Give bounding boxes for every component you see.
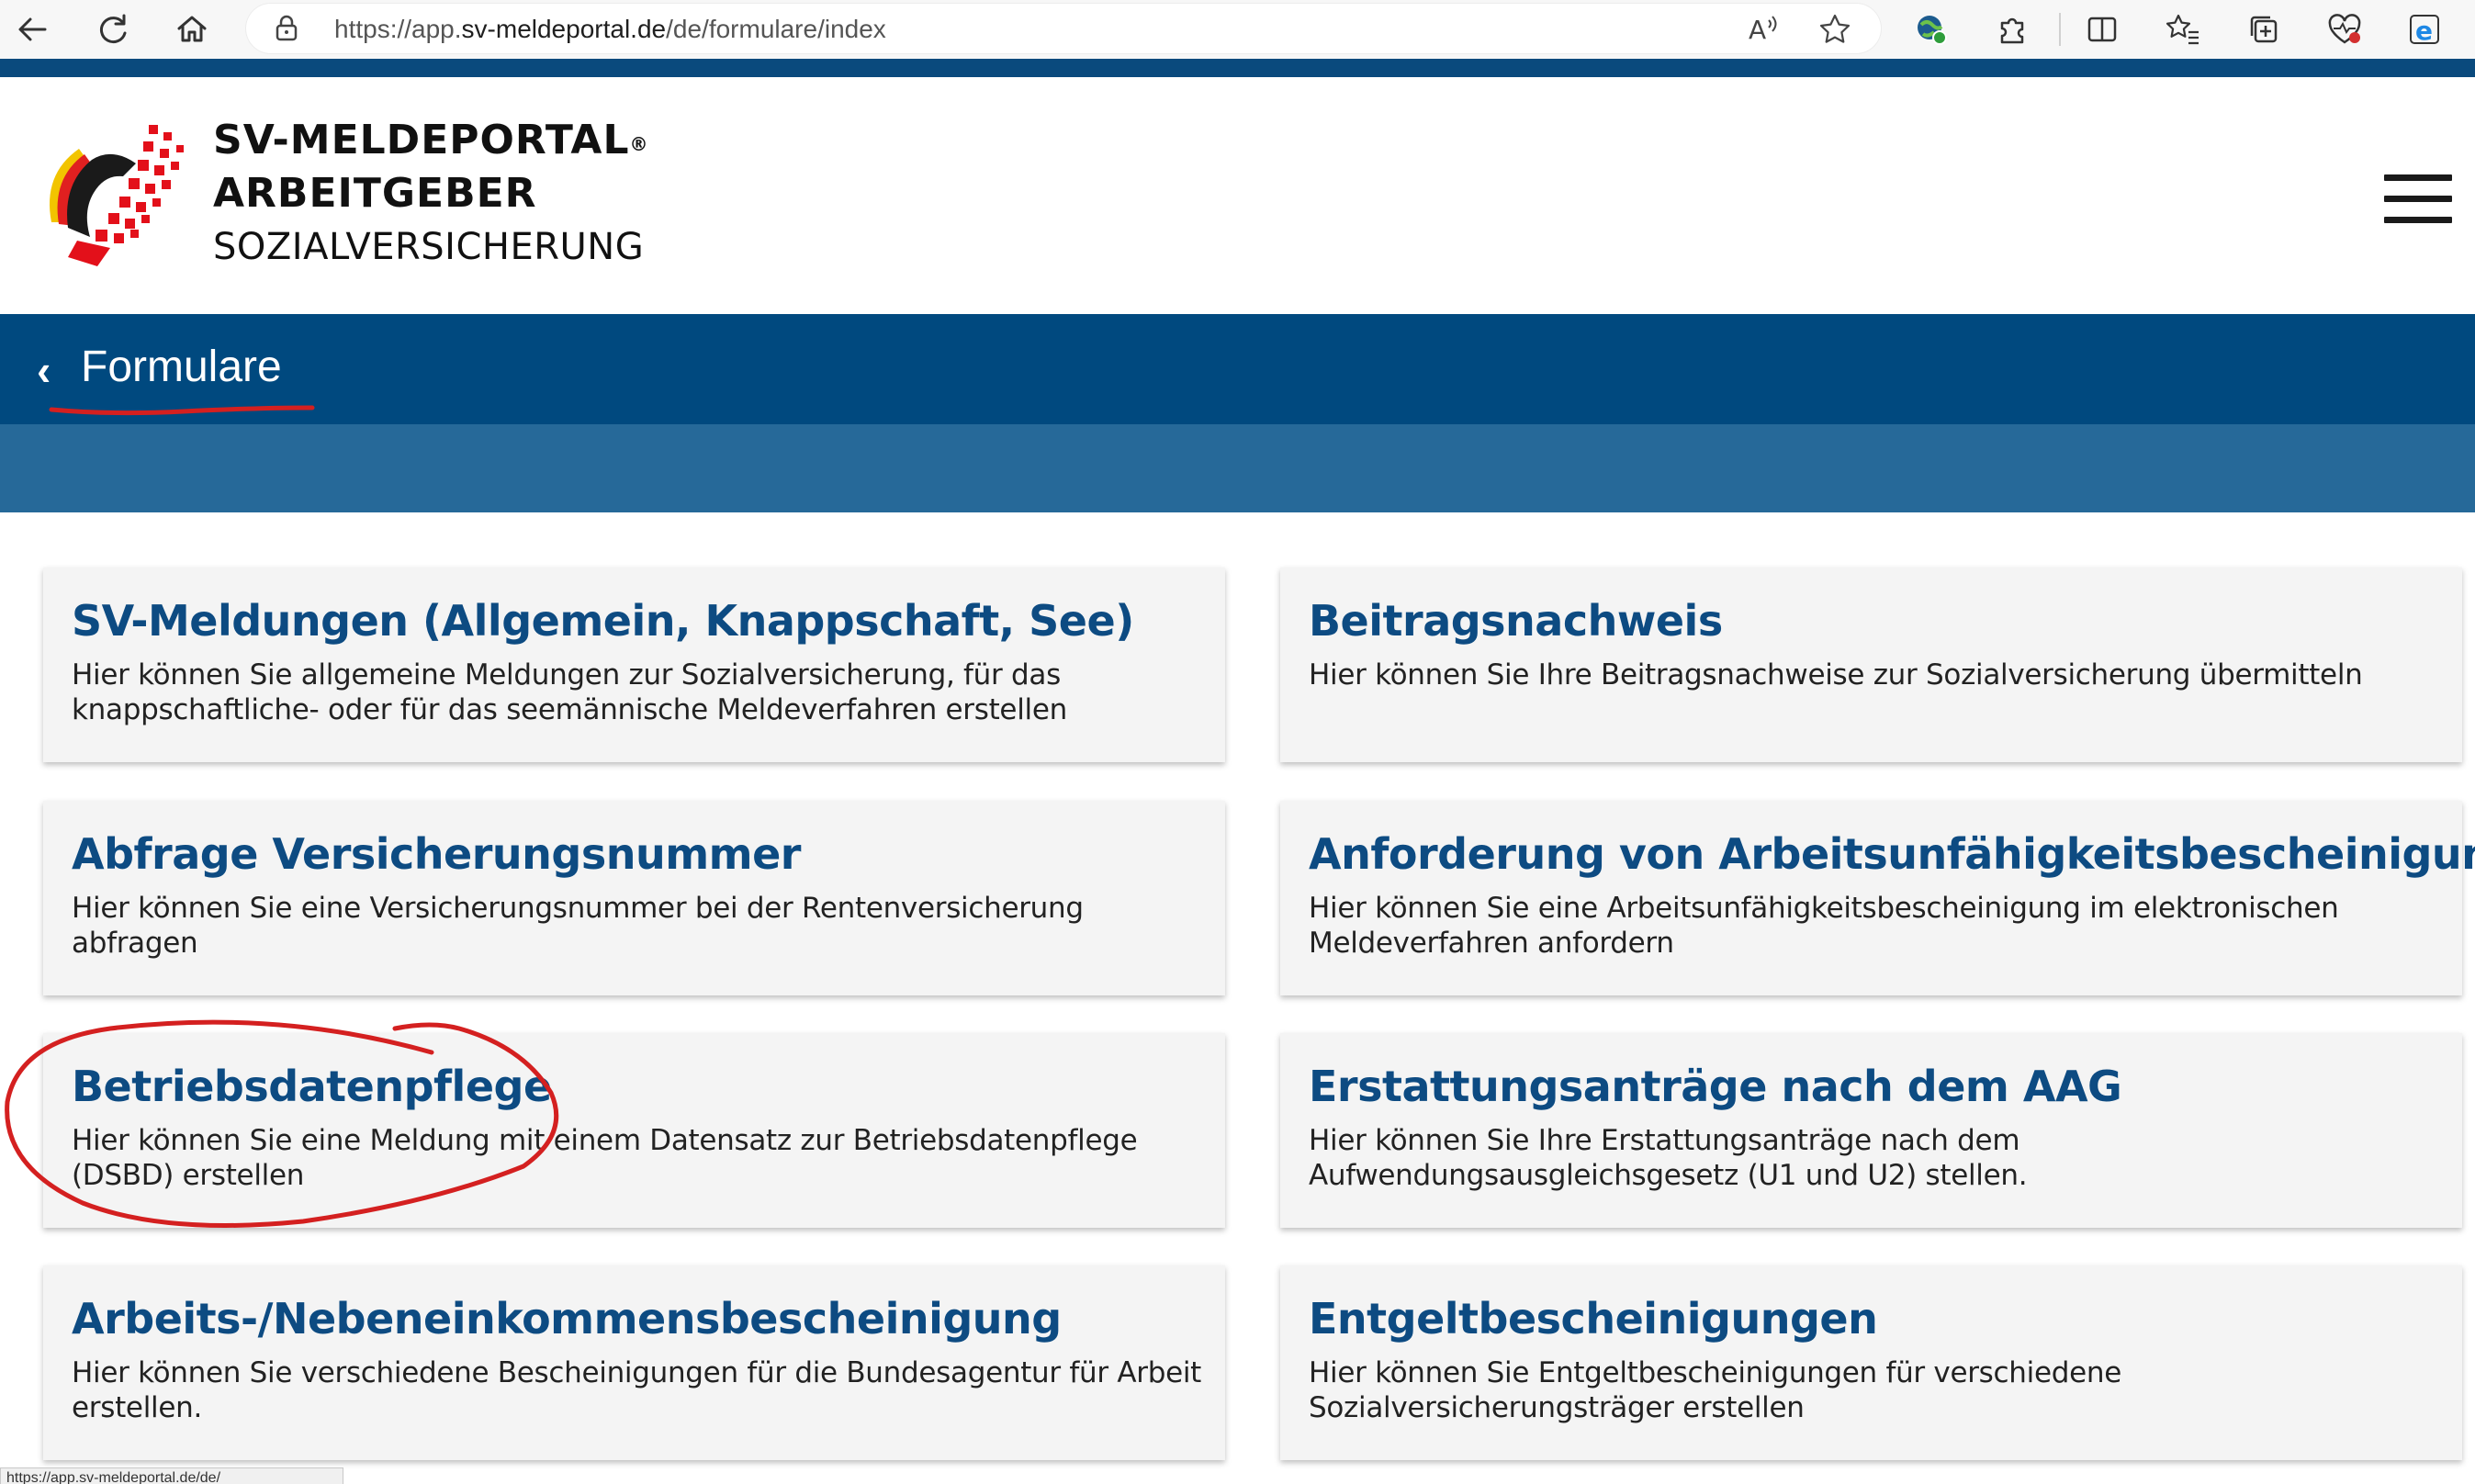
card-entgeltbescheinigungen[interactable]: Entgeltbescheinigungen Hier können Sie E… [1280, 1265, 2462, 1460]
card-description: Hier können Sie Entgeltbescheinigungen f… [1309, 1356, 2121, 1424]
status-bar-url: https://app.sv-meldeportal.de/de/ [0, 1467, 343, 1484]
card-title: SV-Meldungen (Allgemein, Knappschaft, Se… [72, 596, 1134, 646]
card-erstattungsantraege-aag[interactable]: Erstattungsanträge nach dem AAG Hier kön… [1280, 1033, 2462, 1228]
card-title: Beitragsnachweis [1309, 596, 1723, 646]
card-title: Erstattungsanträge nach dem AAG [1309, 1062, 2122, 1111]
card-anforderung-au[interactable]: Anforderung von Arbeitsunfähigkeitsbesch… [1280, 801, 2475, 995]
card-description: Hier können Sie eine Meldung mit einem D… [72, 1124, 1138, 1192]
card-abfrage-versicherungsnummer[interactable]: Abfrage Versicherungsnummer Hier können … [43, 801, 1225, 995]
card-description: Hier können Sie allgemeine Meldungen zur… [72, 658, 1067, 726]
card-beitragsnachweis[interactable]: Beitragsnachweis Hier können Sie Ihre Be… [1280, 568, 2462, 762]
card-sv-meldungen[interactable]: SV-Meldungen (Allgemein, Knappschaft, Se… [43, 568, 1225, 762]
card-description: Hier können Sie verschiedene Bescheinigu… [72, 1356, 1202, 1424]
card-betriebsdatenpflege[interactable]: Betriebsdatenpflege Hier können Sie eine… [43, 1033, 1225, 1228]
card-description: Hier können Sie eine Arbeitsunfähigkeits… [1309, 892, 2339, 960]
card-title: Entgeltbescheinigungen [1309, 1294, 1878, 1343]
card-description: Hier können Sie eine Versicherungsnummer… [72, 892, 1084, 960]
form-card-grid: SV-Meldungen (Allgemein, Knappschaft, Se… [0, 0, 2475, 1484]
card-title: Betriebsdatenpflege [72, 1062, 552, 1111]
card-description: Hier können Sie Ihre Erstattungsanträge … [1309, 1124, 2028, 1192]
card-description: Hier können Sie Ihre Beitragsnachweise z… [1309, 658, 2363, 691]
card-title: Anforderung von Arbeitsunfähigkeitsbesch… [1309, 829, 2475, 879]
card-title: Arbeits-/Nebeneinkommensbescheinigung [72, 1294, 1062, 1343]
card-title: Abfrage Versicherungsnummer [72, 829, 801, 879]
card-nebeneinkommensbescheinigung[interactable]: Arbeits-/Nebeneinkommensbescheinigung Hi… [43, 1265, 1225, 1460]
